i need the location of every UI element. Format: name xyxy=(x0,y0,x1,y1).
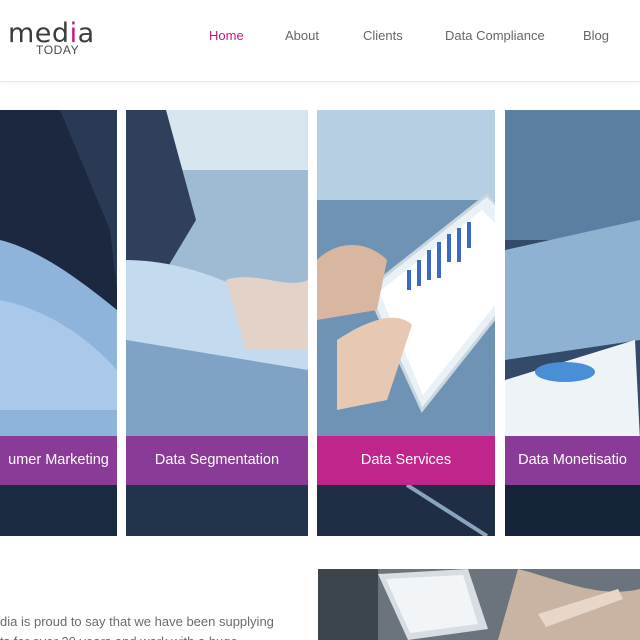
intro-line: dia is proud to say that we have been su… xyxy=(0,614,274,629)
nav-item-blog[interactable]: Blog xyxy=(583,28,609,43)
panel-label[interactable]: Data Monetisatio xyxy=(505,436,640,485)
nav-item-about[interactable]: About xyxy=(285,28,319,43)
main-nav: Home About Clients Data Compliance Blog xyxy=(0,28,640,48)
laptop-image xyxy=(318,569,640,640)
panel-consumer-marketing[interactable]: umer Marketing xyxy=(0,110,117,536)
panel-data-monetisation[interactable]: Data Monetisatio xyxy=(505,110,640,536)
intro-line: ts for over 20 years and work with a hug… xyxy=(0,632,300,640)
nav-item-home[interactable]: Home xyxy=(209,28,244,43)
laptop-photo xyxy=(318,569,640,640)
panel-data-segmentation[interactable]: Data Segmentation xyxy=(126,110,308,536)
panel-label[interactable]: Data Services xyxy=(317,436,495,485)
intro-text: dia is proud to say that we have been su… xyxy=(0,612,300,640)
nav-item-data-compliance[interactable]: Data Compliance xyxy=(445,28,545,43)
panel-label[interactable]: umer Marketing xyxy=(0,436,117,485)
service-panels: umer Marketing Data Segmentation Data Se… xyxy=(0,110,640,536)
panel-label[interactable]: Data Segmentation xyxy=(126,436,308,485)
site-header: media TODAY Home About Clients Data Comp… xyxy=(0,0,640,82)
nav-item-clients[interactable]: Clients xyxy=(363,28,403,43)
panel-data-services[interactable]: Data Services xyxy=(317,110,495,536)
